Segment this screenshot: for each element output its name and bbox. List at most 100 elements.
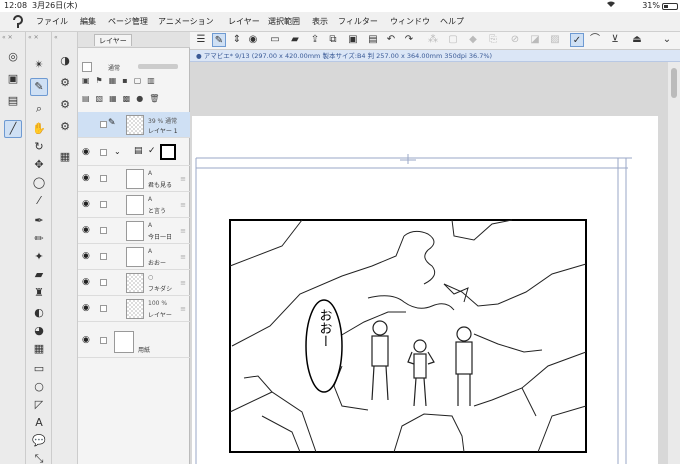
hand-icon[interactable]: ✋ xyxy=(30,120,48,138)
menu-window[interactable]: ウィンドウ xyxy=(390,16,430,27)
subtool-icon[interactable]: ⚙ xyxy=(56,96,74,114)
drag-handle-icon[interactable]: ≡ xyxy=(180,201,186,209)
drag-handle-icon[interactable]: ≡ xyxy=(180,227,186,235)
color-swatch[interactable] xyxy=(82,62,92,72)
layer-row[interactable]: ✎ 39 % 通常 レイヤー 1 xyxy=(78,112,190,138)
pen-icon[interactable]: ✒ xyxy=(30,212,48,230)
open-icon[interactable]: ▰ xyxy=(288,33,302,47)
palette-shortcut-icon[interactable]: ◎ xyxy=(4,48,22,66)
lasso-icon[interactable]: ◯ xyxy=(30,174,48,192)
layer-checkbox[interactable] xyxy=(100,227,107,234)
snap-grid-icon[interactable]: ⊻ xyxy=(608,33,622,47)
layer-row[interactable]: ◉ A おおー ≡ xyxy=(78,244,190,270)
layer-checkbox[interactable] xyxy=(100,279,107,286)
crop-icon[interactable]: ▨ xyxy=(548,33,562,47)
menu-selection[interactable]: 選択範囲 xyxy=(268,16,300,27)
eye-icon[interactable]: ◉ xyxy=(82,174,92,183)
canvas-area[interactable]: おおー xyxy=(190,62,680,464)
drag-handle-icon[interactable]: ≡ xyxy=(180,175,186,183)
menu-help[interactable]: ヘルプ xyxy=(440,16,464,27)
layer-checkbox[interactable] xyxy=(100,305,107,312)
drag-handle-icon[interactable]: ≡ xyxy=(180,305,186,313)
eye-icon[interactable]: ◉ xyxy=(82,278,92,287)
menu-page[interactable]: ページ管理 xyxy=(108,16,148,27)
collapse-icon[interactable]: « ✕ xyxy=(2,34,24,41)
gradient-icon[interactable]: ▦ xyxy=(30,340,48,358)
redo-icon[interactable]: ↷ xyxy=(402,33,416,47)
figure-ellipse-icon[interactable]: ○ xyxy=(30,378,48,396)
copy-icon[interactable]: ⎘ xyxy=(486,33,500,47)
menu-animation[interactable]: アニメーション xyxy=(158,16,214,27)
collapse-icon[interactable]: « ✕ xyxy=(28,34,50,41)
subtool-icon[interactable]: ◑ xyxy=(56,52,74,70)
zoom-icon[interactable]: ⌕ xyxy=(30,100,48,118)
correct-line-icon[interactable]: ⤡ xyxy=(30,450,48,464)
layer-row[interactable]: ◉ A と言う ≡ xyxy=(78,192,190,218)
layer-row[interactable]: ◉ A 君も見る ≡ xyxy=(78,166,190,192)
record-icon[interactable]: ◉ xyxy=(246,33,260,47)
drag-handle-icon[interactable]: ≡ xyxy=(180,253,186,261)
layer-checkbox[interactable] xyxy=(100,337,107,344)
menu-edit[interactable]: 編集 xyxy=(80,16,96,27)
balloon-icon[interactable]: 💬 xyxy=(30,432,48,450)
airbrush-icon[interactable]: ✦ xyxy=(30,248,48,266)
subtool-icon[interactable]: ▦ xyxy=(56,148,74,166)
layer-row[interactable]: ◉ ○ フキダシ ≡ xyxy=(78,270,190,296)
pencil-icon[interactable]: ✏ xyxy=(30,230,48,248)
ruler-icon[interactable]: ⏏ xyxy=(630,33,644,47)
eye-icon[interactable]: ◉ xyxy=(82,148,92,157)
app-logo-icon[interactable] xyxy=(10,14,26,34)
layer-row[interactable]: ◉ A 今日一日 ≡ xyxy=(78,218,190,244)
menu-file[interactable]: ファイル xyxy=(36,16,68,27)
transform-icon[interactable]: ⁂ xyxy=(426,33,440,47)
menu-icon[interactable]: ☰ xyxy=(194,33,208,47)
layer-row-paper[interactable]: ◉ 用紙 xyxy=(78,328,190,358)
canvas-tab[interactable]: ● アマビエ* 9/13 (297.00 x 420.00mm 製本サイズ:B4… xyxy=(190,50,680,62)
chevron-down-icon[interactable]: ⌄ xyxy=(114,147,121,156)
eye-icon[interactable]: ◉ xyxy=(82,304,92,313)
menu-layer[interactable]: レイヤー xyxy=(228,16,260,27)
eraser-icon[interactable]: ▰ xyxy=(30,266,48,284)
move-icon[interactable]: ✥ xyxy=(30,156,48,174)
magic-wand-icon[interactable]: ✴ xyxy=(30,56,48,74)
upload-icon[interactable]: ⇪ xyxy=(308,33,322,47)
deselect-icon[interactable]: ⊘ xyxy=(508,33,522,47)
figure-rect-icon[interactable]: ▭ xyxy=(30,360,48,378)
blend-icon[interactable]: ◐ xyxy=(30,304,48,322)
pen-tool-icon[interactable]: ✎ xyxy=(30,78,48,96)
vertical-scrollbar[interactable] xyxy=(668,62,680,464)
rotate-icon[interactable]: ↻ xyxy=(30,138,48,156)
layer-checkbox[interactable] xyxy=(100,253,107,260)
palette-shortcut-icon[interactable]: ▤ xyxy=(4,92,22,110)
eyedropper-icon[interactable]: ⁄ xyxy=(30,192,48,210)
new-icon[interactable]: ▭ xyxy=(268,33,282,47)
menu-filter[interactable]: フィルター xyxy=(338,16,378,27)
palette-shortcut-icon[interactable]: ▣ xyxy=(4,70,22,88)
export-icon[interactable]: ⧉ xyxy=(326,33,340,47)
eye-icon[interactable]: ◉ xyxy=(82,200,92,209)
clear-icon[interactable]: ▢ xyxy=(446,33,460,47)
save-as-icon[interactable]: ▤ xyxy=(366,33,380,47)
layer-tools-row-2[interactable]: ▤▧▦▩●🗑 xyxy=(82,94,165,103)
snap-special-ruler-icon[interactable]: ⌒ xyxy=(588,33,602,47)
undo-icon[interactable]: ↶ xyxy=(384,33,398,47)
tab-layers[interactable]: レイヤー xyxy=(94,34,132,46)
blend-mode-select[interactable]: 通常 xyxy=(108,63,120,72)
eye-icon[interactable]: ◉ xyxy=(82,226,92,235)
frame-icon[interactable]: ◸ xyxy=(30,396,48,414)
eye-icon[interactable]: ◉ xyxy=(82,252,92,261)
layer-checkbox[interactable] xyxy=(100,149,107,156)
layer-row-frame-folder[interactable]: ◉ ⌄ ▤ ✓ xyxy=(78,140,190,166)
subtool-icon[interactable]: ⚙ xyxy=(56,74,74,92)
opacity-slider[interactable] xyxy=(138,64,178,69)
snap-ruler-icon[interactable]: ✓ xyxy=(570,33,584,47)
eye-icon[interactable]: ◉ xyxy=(82,336,92,345)
menu-view[interactable]: 表示 xyxy=(312,16,328,27)
chevron-down-icon[interactable]: ⌄ xyxy=(660,33,674,47)
invert-icon[interactable]: ◪ xyxy=(528,33,542,47)
edit-icon[interactable]: ✎ xyxy=(212,33,226,47)
layer-checkbox[interactable] xyxy=(100,121,107,128)
text-icon[interactable]: A xyxy=(30,414,48,432)
layer-tools-row-1[interactable]: ▣⚑▦▪▢▥ xyxy=(82,76,161,85)
chevron-updown-icon[interactable]: ⇕ xyxy=(230,33,244,47)
